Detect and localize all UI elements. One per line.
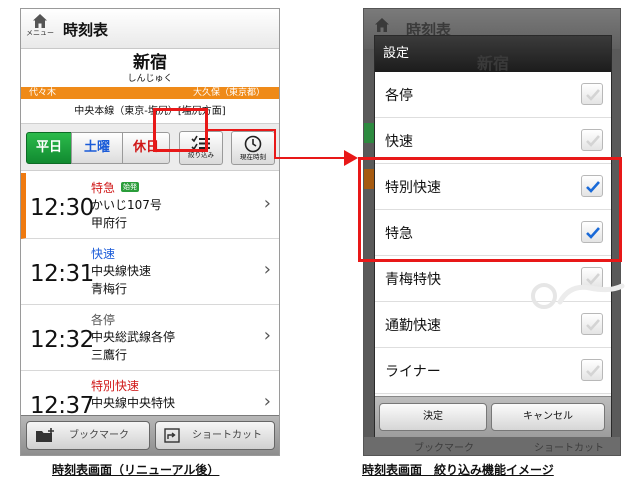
left-caption: 時刻表画面（リニューアル後） [52, 463, 220, 477]
option-label: 青梅特快 [385, 272, 441, 288]
option-label: 快速 [385, 134, 413, 150]
check-icon [586, 135, 600, 147]
checkbox[interactable] [581, 359, 603, 381]
cancel-button[interactable]: キャンセル [491, 403, 605, 431]
option-label: 通勤快速 [385, 318, 441, 334]
ok-button[interactable]: 決定 [379, 403, 487, 431]
checkbox[interactable] [581, 129, 603, 151]
checkbox[interactable] [581, 83, 603, 105]
station-name-ghost: 新宿 [476, 54, 509, 73]
shortcut-label: ショートカット [534, 443, 604, 454]
check-icon [586, 365, 600, 377]
option-local[interactable]: 各停 [375, 72, 611, 118]
bottom-toolbar-dimmed: ブックマーク ショートカット [364, 437, 620, 455]
option-label: 各停 [385, 88, 413, 104]
right-caption: 時刻表画面 絞り込み機能イメージ [362, 463, 554, 477]
check-icon [586, 89, 600, 101]
option-liner[interactable]: ライナー [375, 348, 611, 394]
home-icon [375, 18, 389, 32]
selected-options-highlight-box [358, 157, 622, 262]
dialog-actions: 決定 キャンセル [375, 396, 611, 438]
bookmark-label: ブックマーク [414, 443, 474, 454]
option-label: ライナー [385, 364, 441, 380]
checkbox[interactable] [581, 313, 603, 335]
response-logo-watermark [531, 283, 625, 309]
check-icon [586, 319, 600, 331]
